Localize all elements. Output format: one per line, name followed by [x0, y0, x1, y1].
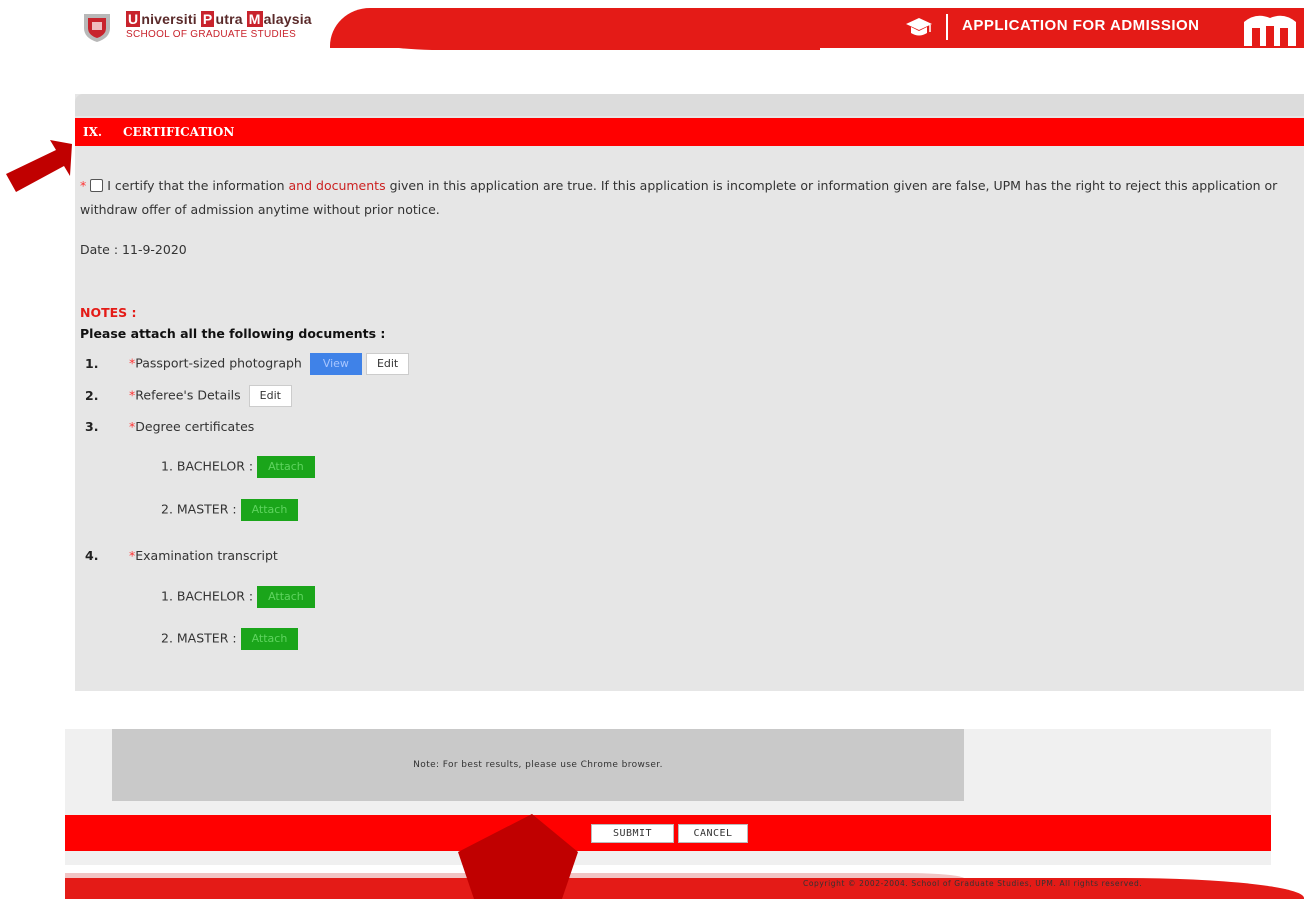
panel-top-bar	[75, 94, 1304, 116]
item-number: 2.	[85, 387, 99, 403]
copyright-text: Copyright © 2002-2004. School of Graduat…	[803, 879, 1143, 888]
item-label: Passport-sized photograph	[135, 355, 302, 371]
school-name: SCHOOL OF GRADUATE STUDIES	[126, 29, 297, 40]
item-number: 1.	[85, 355, 99, 371]
degree-bachelor-row: 1. BACHELOR : Attach	[161, 456, 315, 478]
required-mark: *	[80, 178, 87, 193]
cancel-button[interactable]: CANCEL	[678, 824, 748, 843]
attach-transcript-bachelor-button[interactable]: Attach	[257, 586, 315, 608]
date-row: Date : 11-9-2020	[80, 242, 187, 257]
section-title: CERTIFICATION	[123, 125, 235, 139]
attach-degree-master-button[interactable]: Attach	[240, 499, 299, 521]
logo-letter-u: U	[126, 11, 141, 27]
logo-letter-p: P	[200, 11, 215, 27]
item-label: Examination transcript	[135, 548, 278, 563]
attach-degree-bachelor-button[interactable]: Attach	[257, 456, 315, 478]
section-number: IX.	[83, 125, 103, 139]
submit-button[interactable]: SUBMIT	[591, 824, 674, 843]
university-crest-icon	[84, 14, 110, 42]
mortarboard-icon	[906, 18, 932, 36]
notes-title: NOTES :	[80, 305, 137, 320]
certification-text-before: I certify that the information	[107, 178, 285, 193]
degree-master-row: 2. MASTER : Attach	[161, 499, 299, 521]
header-divider	[946, 14, 948, 40]
logo-word-niversiti: niversiti	[141, 11, 197, 27]
certify-checkbox[interactable]	[90, 179, 104, 192]
page-header: Universiti Putra Malaysia SCHOOL OF GRAD…	[0, 0, 1304, 60]
certification-panel: IX. CERTIFICATION * I certify that the inf…	[75, 94, 1304, 691]
pentagon-pointer-icon	[458, 814, 578, 899]
item-number: 4.	[85, 548, 99, 563]
arrow-pointer-icon	[6, 140, 72, 192]
edit-referee-button[interactable]: Edit	[248, 385, 292, 407]
date-label: Date :	[80, 242, 119, 257]
document-item-photo: 1. *Passport-sized photograph View Edit	[85, 353, 410, 375]
edit-photo-button[interactable]: Edit	[365, 353, 410, 375]
notes-subtitle: Please attach all the following document…	[80, 326, 386, 341]
logo-word-alaysia: alaysia	[263, 11, 312, 27]
date-value: 11-9-2020	[122, 242, 187, 257]
attach-transcript-master-button[interactable]: Attach	[240, 628, 299, 650]
university-name: Universiti Putra Malaysia	[126, 11, 312, 27]
document-item-transcript: 4. *Examination transcript	[85, 548, 278, 563]
subitem-label: 2. MASTER :	[161, 501, 237, 517]
logo-letter-m: M	[246, 11, 263, 27]
certification-text-highlight: and documents	[288, 178, 386, 193]
subitem-label: 1. BACHELOR :	[161, 588, 254, 604]
certification-statement: * I certify that the information and docu…	[80, 174, 1304, 222]
section-header: IX. CERTIFICATION	[75, 118, 1304, 146]
logo-word-utra: utra	[215, 11, 243, 27]
item-number: 3.	[85, 419, 99, 434]
subitem-label: 2. MASTER :	[161, 630, 237, 646]
view-photo-button[interactable]: View	[309, 353, 362, 375]
university-logo: Universiti Putra Malaysia SCHOOL OF GRAD…	[126, 11, 312, 40]
document-item-referee: 2. *Referee's Details Edit	[85, 385, 292, 407]
subitem-label: 1. BACHELOR :	[161, 458, 254, 474]
item-label: Referee's Details	[135, 387, 241, 403]
document-item-degree: 3. *Degree certificates	[85, 419, 254, 434]
page-title: APPLICATION FOR ADMISSION	[962, 17, 1200, 34]
item-label: Degree certificates	[135, 419, 255, 434]
transcript-master-row: 2. MASTER : Attach	[161, 628, 299, 650]
transcript-bachelor-row: 1. BACHELOR : Attach	[161, 586, 315, 608]
browser-note: Note: For best results, please use Chrom…	[112, 729, 964, 801]
building-icon	[1244, 15, 1296, 46]
